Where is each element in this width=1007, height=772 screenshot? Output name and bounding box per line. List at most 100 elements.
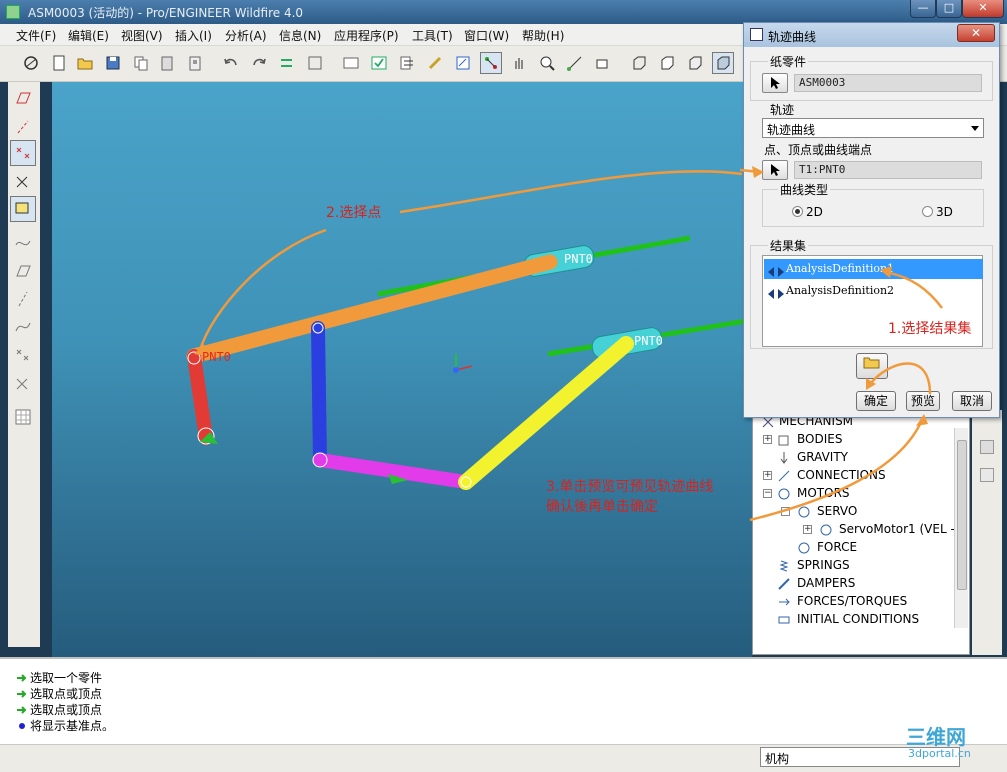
trajectory-label: 轨迹 [768, 101, 797, 118]
redo-icon[interactable] [248, 52, 270, 74]
datum-display-icon[interactable] [592, 52, 614, 74]
activate-window-icon[interactable] [368, 52, 390, 74]
strip-page-icon[interactable] [980, 440, 994, 454]
open-folder-icon[interactable] [74, 52, 96, 74]
result-item[interactable]: AnalysisDefinition1 [764, 259, 983, 279]
menu-applications[interactable]: 应用程序(P) [334, 27, 399, 44]
message-row: 选取一个零件 [16, 669, 102, 685]
csys-icon[interactable] [10, 370, 36, 396]
annotation-select-result-set: 1.选择结果集 [888, 321, 972, 337]
datum-point-icon[interactable] [10, 140, 36, 166]
maximize-button[interactable]: □ [936, 0, 962, 18]
cancel-button[interactable]: 取消 [952, 391, 992, 411]
sketch-icon[interactable] [452, 52, 474, 74]
save-icon[interactable] [102, 52, 124, 74]
dialog-title-bar: 轨迹曲线 ✕ [744, 23, 999, 47]
menu-edit[interactable]: 编辑(E) [68, 27, 109, 44]
collapse-icon[interactable]: − [763, 489, 772, 498]
paste-special-icon[interactable] [184, 52, 206, 74]
message-row: 将显示基准点。 [16, 717, 114, 733]
menu-insert[interactable]: 插入(I) [175, 27, 212, 44]
minimize-button[interactable]: — [910, 0, 936, 18]
menu-info[interactable]: 信息(N) [279, 27, 321, 44]
coordinate-system-icon[interactable] [10, 168, 36, 194]
expand-icon[interactable]: + [763, 435, 772, 444]
open-result-button[interactable] [856, 353, 888, 379]
menu-analysis[interactable]: 分析(A) [225, 27, 267, 44]
copy-icon[interactable] [130, 52, 152, 74]
damper-icon [777, 577, 791, 591]
menu-window[interactable]: 窗口(W) [464, 27, 509, 44]
ok-button[interactable]: 确定 [856, 391, 896, 411]
preview-button[interactable]: 预览 [906, 391, 940, 411]
trajectory-select[interactable]: 轨迹曲线 [762, 118, 984, 138]
expand-icon[interactable]: + [763, 471, 772, 480]
collapse-icon[interactable]: − [781, 507, 790, 516]
pan-hand-icon[interactable] [508, 52, 530, 74]
curve-type-label: 曲线类型 [778, 181, 831, 198]
strip-layer-icon[interactable] [980, 468, 994, 482]
edit-icon[interactable] [424, 52, 446, 74]
result-item[interactable]: AnalysisDefinition2 [764, 281, 983, 301]
plane-icon[interactable] [10, 258, 36, 284]
measure-icon[interactable] [564, 52, 586, 74]
regen-manager-icon[interactable] [304, 52, 326, 74]
hidden-line-icon[interactable] [656, 52, 678, 74]
datum-plane-icon[interactable] [10, 86, 36, 112]
select-point-button[interactable] [762, 160, 788, 180]
force-torque-icon [777, 595, 791, 609]
dialog-icon [750, 28, 763, 41]
no-hidden-icon[interactable] [684, 52, 706, 74]
expand-icon[interactable]: + [803, 525, 812, 534]
trajectory-dialog: 轨迹曲线 ✕ 纸零件 ASM0003 轨迹 轨迹曲线 点、顶点或曲线端点 T1:… [743, 22, 1000, 418]
radio-dot-icon [792, 206, 803, 217]
repaint-icon[interactable] [20, 52, 42, 74]
menu-view[interactable]: 视图(V) [121, 27, 163, 44]
menu-file[interactable]: 文件(F) [16, 27, 56, 44]
scrollbar-thumb[interactable] [957, 440, 967, 590]
right-icon-strip [972, 410, 1002, 655]
wireframe-icon[interactable] [628, 52, 650, 74]
paste-icon[interactable] [156, 52, 178, 74]
title-bar: ASM0003 (活动的) - Pro/ENGINEER Wildfire 4.… [0, 0, 1007, 24]
radio-2d[interactable]: 2D [792, 205, 823, 219]
gravity-icon [777, 451, 791, 465]
servo-icon [797, 505, 811, 519]
result-item-icon [768, 286, 784, 306]
model-tree-panel: MECHANISM + BODIES GRAVITY + CONNECTIONS… [752, 410, 970, 655]
regenerate-icon[interactable] [276, 52, 298, 74]
point-icon[interactable] [10, 342, 36, 368]
analysis-feature-icon[interactable] [10, 196, 36, 222]
window-icon[interactable] [340, 52, 362, 74]
zoom-icon[interactable] [536, 52, 558, 74]
select-part-button[interactable] [762, 73, 788, 93]
menu-tools[interactable]: 工具(T) [412, 27, 453, 44]
watermark-url: 3dportal.cn [908, 747, 971, 760]
bodies-icon [777, 433, 791, 447]
curve-icon[interactable] [10, 314, 36, 340]
message-text: 将显示基准点。 [30, 719, 115, 733]
model-tree-icon[interactable] [396, 52, 418, 74]
tree-label: CONNECTIONS [797, 468, 886, 482]
sketch-curve-icon[interactable] [10, 230, 36, 256]
tree-scrollbar[interactable] [954, 428, 968, 628]
graphics-viewport[interactable]: 2.选择点 PNT0 PNT0 PNT0 3.单击预览可预见轨迹曲线 确认後再单… [52, 82, 752, 657]
connections-icon [777, 469, 791, 483]
grid-icon[interactable] [10, 404, 36, 430]
datum-axis-icon[interactable] [10, 114, 36, 140]
undo-icon[interactable] [220, 52, 242, 74]
axis-icon[interactable] [10, 286, 36, 312]
radio-3d[interactable]: 3D [922, 205, 953, 219]
arrow-right-icon [16, 672, 28, 684]
paper-part-label: 纸零件 [768, 53, 809, 70]
initial-conditions-icon [777, 613, 791, 627]
dialog-close-button[interactable]: ✕ [957, 24, 995, 42]
tree-label: FORCES/TORQUES [797, 594, 908, 608]
trajectory-tool-icon[interactable] [480, 52, 502, 74]
close-window-button[interactable]: ✕ [962, 0, 1004, 18]
new-file-icon[interactable] [48, 52, 70, 74]
arrow-to-point-field [399, 170, 743, 214]
menu-help[interactable]: 帮助(H) [522, 27, 564, 44]
pnt-label-left: PNT0 [202, 350, 231, 364]
shading-icon[interactable] [712, 52, 734, 74]
